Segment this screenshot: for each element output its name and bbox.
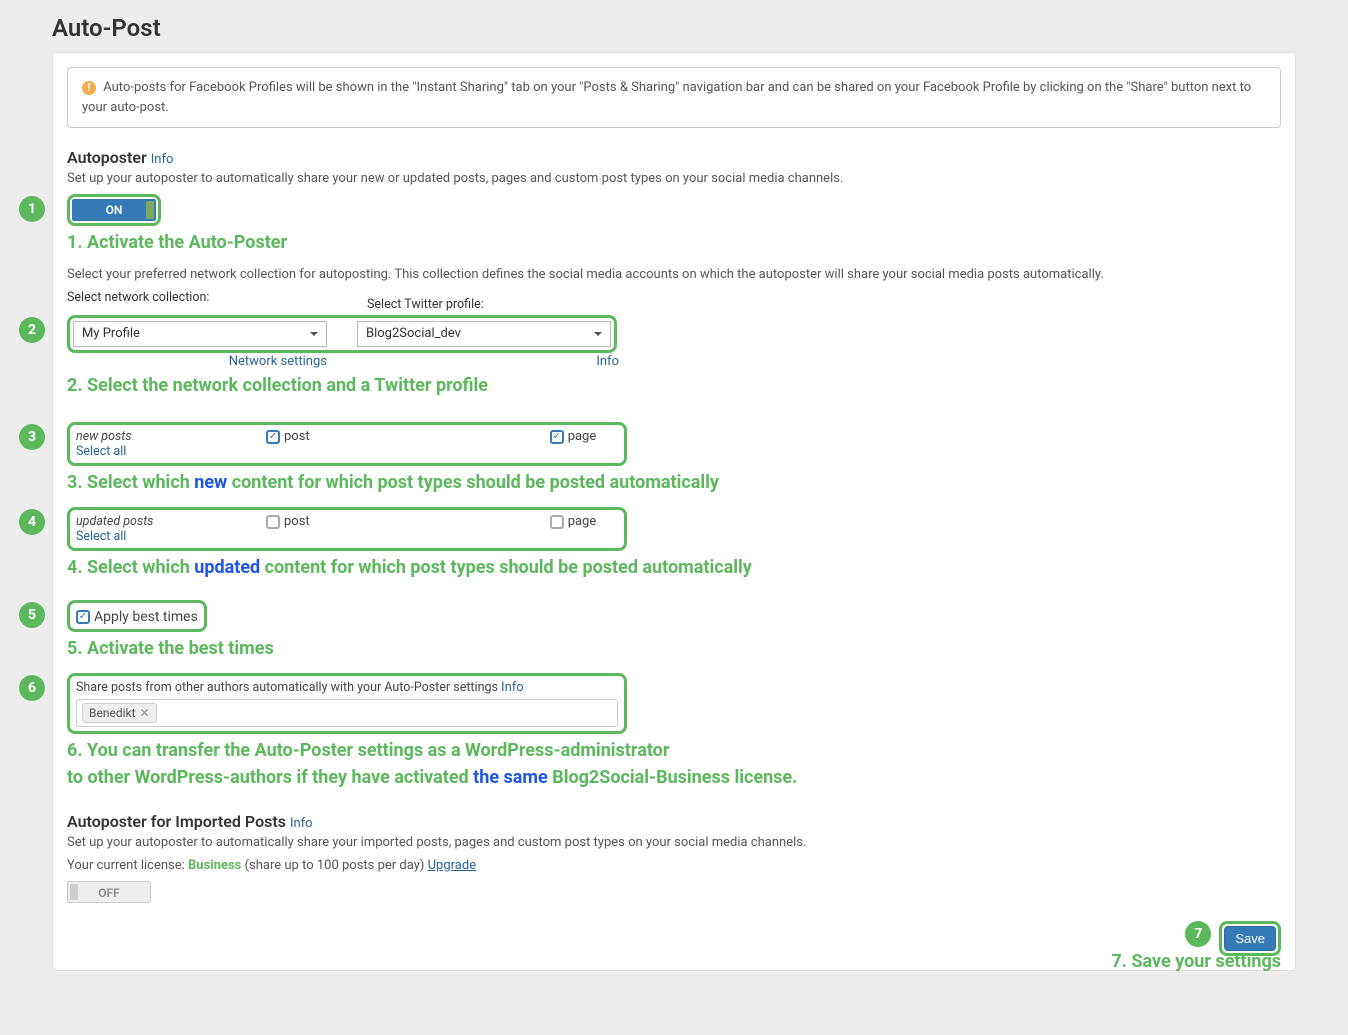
step-6-caption-line2: to other WordPress-authors if they have …: [67, 767, 1281, 788]
step-1-caption: 1. Activate the Auto-Poster: [67, 232, 1281, 253]
upgrade-link[interactable]: Upgrade: [428, 858, 476, 873]
step-6-badge: 6: [19, 675, 45, 701]
warning-icon: !: [82, 81, 96, 95]
notice-text: Auto-posts for Facebook Profiles will be…: [82, 80, 1251, 115]
updated-posts-label: updated posts: [76, 514, 266, 529]
page-title: Auto-Post: [52, 14, 1296, 42]
step-6-caption-line1: 6. You can transfer the Auto-Poster sett…: [67, 740, 1281, 761]
save-button[interactable]: Save: [1224, 926, 1276, 951]
step-3-badge: 3: [19, 424, 45, 450]
network-settings-link[interactable]: Network settings: [229, 354, 327, 369]
step-7-badge: 7: [1185, 921, 1211, 947]
new-posts-label: new posts: [76, 429, 266, 444]
updated-posts-page-checkbox[interactable]: ✓ page: [550, 514, 597, 529]
imported-heading: Autoposter for Imported Posts Info: [67, 812, 1281, 831]
apply-best-times-checkbox[interactable]: ✓ Apply best times: [76, 609, 198, 625]
updated-posts-post-checkbox[interactable]: ✓ post: [266, 514, 310, 529]
new-posts-post-checkbox[interactable]: ✓ post: [266, 429, 310, 444]
updated-posts-select-all[interactable]: Select all: [76, 529, 266, 544]
notice-banner: ! Auto-posts for Facebook Profiles will …: [67, 67, 1281, 128]
imported-info-link[interactable]: Info: [290, 816, 313, 831]
autoposter-toggle[interactable]: ON: [72, 199, 156, 221]
author-chip-remove-icon[interactable]: ✕: [140, 706, 150, 720]
step-5-badge: 5: [19, 602, 45, 628]
network-desc: Select your preferred network collection…: [67, 267, 1281, 282]
autoposter-desc: Set up your autoposter to automatically …: [67, 171, 1281, 186]
step-1-badge: 1: [19, 196, 45, 222]
share-other-authors-info-link[interactable]: Info: [501, 680, 524, 695]
network-collection-select[interactable]: My Profile: [73, 321, 327, 347]
autoposter-heading: Autoposter Info: [67, 148, 1281, 167]
share-other-authors-label: Share posts from other authors automatic…: [76, 680, 498, 695]
new-posts-page-checkbox[interactable]: ✓ page: [550, 429, 597, 444]
step-2-badge: 2: [19, 317, 45, 343]
step-3-caption: 3. Select which new content for which po…: [67, 472, 1281, 493]
new-posts-select-all[interactable]: Select all: [76, 444, 266, 459]
author-chip: Benedikt ✕: [82, 703, 157, 723]
step-4-caption: 4. Select which updated content for whic…: [67, 557, 1281, 578]
main-panel: ! Auto-posts for Facebook Profiles will …: [52, 52, 1296, 971]
step-5-caption: 5. Activate the best times: [67, 638, 1281, 659]
imported-desc: Set up your autoposter to automatically …: [67, 835, 1281, 850]
twitter-profile-select[interactable]: Blog2Social_dev: [357, 321, 611, 347]
author-select-input[interactable]: Benedikt ✕: [76, 699, 618, 727]
step-2-caption: 2. Select the network collection and a T…: [67, 375, 1281, 396]
autoposter-info-link[interactable]: Info: [151, 152, 174, 167]
twitter-profile-info-link[interactable]: Info: [596, 354, 619, 369]
step-4-badge: 4: [19, 509, 45, 535]
twitter-profile-label: Select Twitter profile:: [367, 297, 623, 312]
step-7-caption: 7. Save your settings: [1111, 951, 1281, 972]
license-line: Your current license: Business (share up…: [67, 858, 1281, 873]
imported-toggle[interactable]: OFF: [67, 881, 151, 903]
